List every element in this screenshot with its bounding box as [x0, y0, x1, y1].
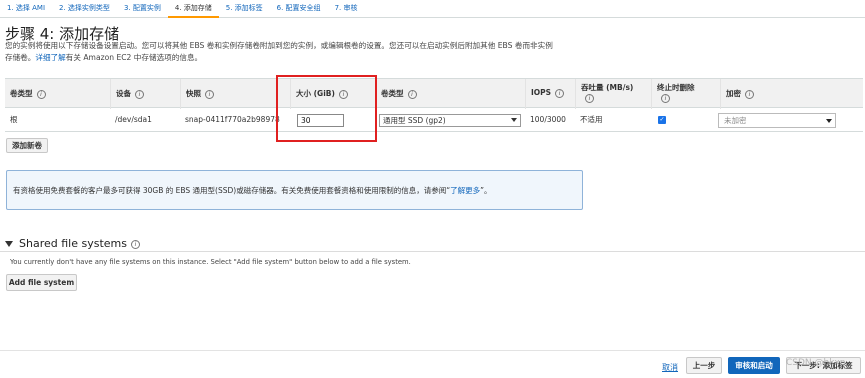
intro-line-2-pre: 存储卷。 [5, 52, 36, 62]
chevron-down-icon [826, 119, 832, 123]
info-icon[interactable]: i [745, 89, 754, 99]
header-encryption: 加密 i [720, 79, 754, 109]
step-add-storage[interactable]: 4. 添加存储 [167, 0, 219, 18]
previous-button[interactable]: 上一步 [686, 357, 722, 374]
header-throughput: 吞吐量 (MB/s) i [575, 79, 633, 109]
add-file-system-button[interactable]: Add file system [6, 274, 77, 291]
table-row: 根 /dev/sda1 snap-0411f770a2b98978 30 通用型… [5, 108, 863, 132]
header-snapshot: 快照 i [180, 79, 214, 109]
wizard-steps: 1. 选择 AMI 2. 选择实例类型 3. 配置实例 4. 添加存储 5. 添… [0, 0, 865, 18]
highlight-box [276, 75, 377, 142]
info-icon[interactable]: i [585, 93, 594, 103]
delete-on-termination-checkbox[interactable]: ✓ [658, 116, 666, 124]
free-tier-notice: 有资格使用免费套餐的客户最多可获得 30GB 的 EBS 通用型(SSD)或磁存… [6, 170, 583, 210]
step-security-group[interactable]: 6. 配置安全组 [270, 0, 328, 18]
step-review[interactable]: 7. 审核 [328, 0, 365, 18]
divider [0, 251, 865, 252]
volume-type-select[interactable]: 通用型 SSD (gp2) [379, 114, 521, 127]
info-icon[interactable]: i [555, 88, 565, 98]
info-icon[interactable]: i [135, 89, 144, 99]
learn-more-link[interactable]: 详细了解 [35, 53, 65, 62]
review-and-launch-button[interactable]: 审核和启动 [728, 357, 780, 374]
storage-table: 卷类型 i 设备 i 快照 i 大小 (GiB) i 卷类型 i IOPS i 吞吐量 (M… [5, 78, 863, 132]
info-icon[interactable]: i [661, 93, 670, 103]
notice-text: 有资格使用免费套餐的客户最多可获得 30GB 的 EBS 通用型(SSD)或磁存… [13, 186, 451, 195]
cancel-link[interactable]: 取消 [662, 362, 678, 373]
info-icon[interactable]: i [130, 239, 140, 249]
info-icon[interactable]: i [407, 89, 417, 99]
shared-file-systems-title: Shared file systems [19, 237, 127, 250]
step-add-tags[interactable]: 5. 添加标签 [219, 0, 270, 18]
notice-learn-more-link[interactable]: 了解更多 [450, 186, 480, 195]
header-device: 设备 i [110, 79, 144, 109]
intro-text: 您的实例将使用以下存储设备设置启动。您可以将其他 EBS 卷和实例存储卷附加到您… [5, 40, 605, 63]
cell-snapshot: snap-0411f770a2b98978 [185, 115, 280, 124]
cell-throughput: 不适用 [580, 115, 603, 124]
watermark: CSDN @hkxp [786, 358, 846, 368]
info-icon[interactable]: i [36, 89, 46, 99]
add-volume-button[interactable]: 添加新卷 [6, 138, 48, 153]
encryption-select[interactable]: 未加密 [718, 113, 836, 128]
header-delete-on-termination: 终止时删除 i [651, 79, 695, 109]
info-icon[interactable]: i [205, 89, 214, 99]
encryption-value: 未加密 [724, 116, 747, 125]
volume-type-value: 通用型 SSD (gp2) [383, 116, 446, 125]
cell-device: /dev/sda1 [115, 115, 152, 124]
table-header: 卷类型 i 设备 i 快照 i 大小 (GiB) i 卷类型 i IOPS i 吞吐量 (M… [5, 78, 863, 109]
header-volume-type: 卷类型 i [5, 79, 46, 109]
step-instance-type[interactable]: 2. 选择实例类型 [52, 0, 117, 18]
chevron-down-icon [511, 118, 517, 122]
header-iops: IOPS i [525, 79, 565, 109]
cell-volume-type: 根 [10, 115, 18, 124]
step-configure-instance[interactable]: 3. 配置实例 [117, 0, 168, 18]
header-ebs-type: 卷类型 i [375, 79, 417, 109]
cell-iops: 100/3000 [530, 115, 566, 124]
shared-file-systems-toggle[interactable]: Shared file systems i [5, 237, 140, 250]
step-choose-ami[interactable]: 1. 选择 AMI [0, 0, 52, 18]
notice-suffix: ”。 [480, 186, 492, 195]
intro-line-2-post: 有关 Amazon EC2 中存储选项的信息。 [65, 52, 203, 62]
footer-divider [0, 350, 865, 351]
shared-file-systems-text: You currently don't have any file system… [10, 258, 411, 266]
caret-down-icon [5, 241, 13, 247]
intro-line-1: 您的实例将使用以下存储设备设置启动。您可以将其他 EBS 卷和实例存储卷附加到您… [5, 41, 553, 50]
